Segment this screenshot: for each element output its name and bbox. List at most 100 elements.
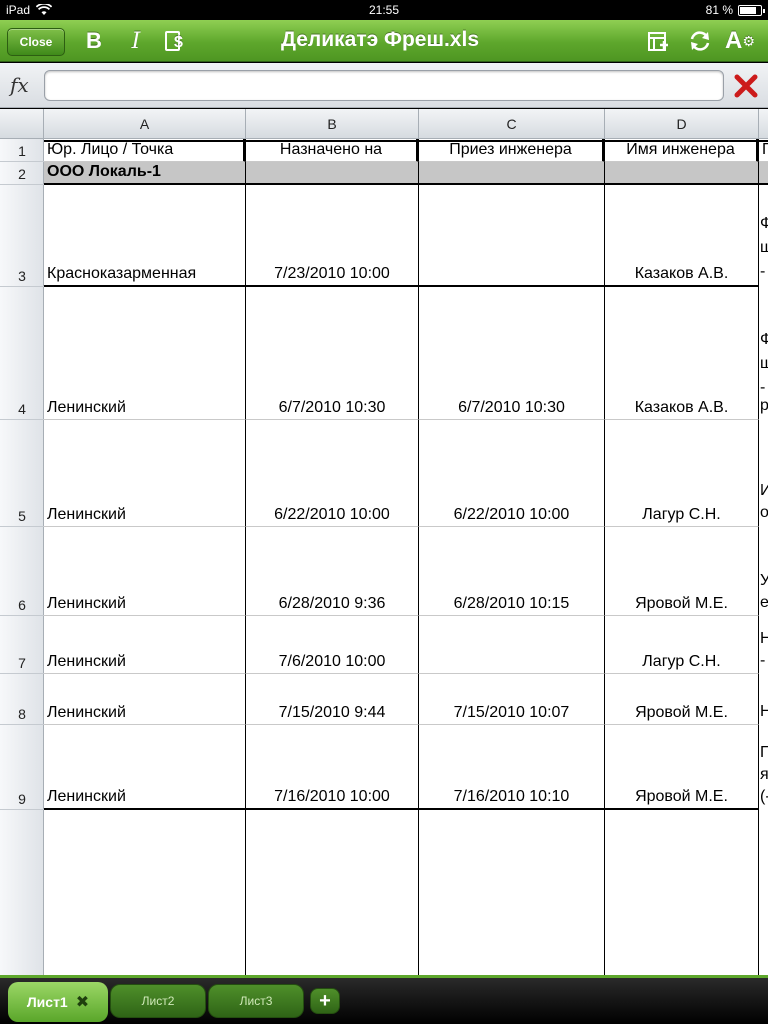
- header-cell-e[interactable]: П: [759, 139, 768, 162]
- cell-e7-line: -: [760, 652, 766, 669]
- cell-a6[interactable]: Ленинский: [44, 527, 246, 616]
- cell-e4-line: Ф: [760, 331, 768, 348]
- battery-fill: [740, 6, 757, 14]
- select-all-corner[interactable]: [0, 109, 44, 139]
- row-header[interactable]: 3: [0, 185, 44, 287]
- battery-icon: [738, 4, 765, 16]
- row-header[interactable]: 6: [0, 527, 44, 616]
- group-cell-empty[interactable]: [246, 162, 419, 185]
- column-header-a[interactable]: A: [44, 109, 246, 139]
- italic-icon[interactable]: I: [126, 26, 146, 56]
- empty-cell[interactable]: [246, 810, 419, 975]
- group-cell-empty[interactable]: [759, 162, 768, 185]
- cell-d6[interactable]: Яровой М.Е.: [605, 527, 759, 616]
- row-header[interactable]: 2: [0, 162, 44, 185]
- status-bar: iPad 21:55 81 %: [0, 0, 768, 20]
- cell-e3-line: Ф: [760, 215, 768, 232]
- cell-e6-line: е: [760, 594, 768, 611]
- group-cell-empty[interactable]: [419, 162, 605, 185]
- refresh-icon[interactable]: [688, 26, 712, 56]
- column-header-c[interactable]: C: [419, 109, 605, 139]
- cell-d8[interactable]: Яровой М.Е.: [605, 674, 759, 725]
- cell-b6[interactable]: 6/28/2010 9:36: [246, 527, 419, 616]
- empty-cell[interactable]: [44, 810, 246, 975]
- cell-d3[interactable]: Казаков А.В.: [605, 185, 759, 287]
- fx-icon: fx: [10, 73, 29, 97]
- cell-e9-line: (-: [760, 788, 768, 805]
- cell-b5[interactable]: 6/22/2010 10:00: [246, 420, 419, 527]
- header-cell-a[interactable]: Юр. Лицо / Точка: [44, 139, 246, 162]
- cell-e8-line: Н: [760, 703, 768, 720]
- cell-c5[interactable]: 6/22/2010 10:00: [419, 420, 605, 527]
- cell-a8[interactable]: Ленинский: [44, 674, 246, 725]
- header-cell-b[interactable]: Назначено на: [246, 139, 419, 162]
- column-header-e[interactable]: [759, 109, 768, 139]
- row-header[interactable]: 4: [0, 287, 44, 420]
- close-sheet-icon[interactable]: ✖: [76, 992, 89, 1012]
- document-title: Деликатэ Фреш.xls: [280, 28, 479, 51]
- close-button[interactable]: Close: [7, 28, 65, 56]
- svg-text:$: $: [174, 34, 183, 51]
- cell-b8[interactable]: 7/15/2010 9:44: [246, 674, 419, 725]
- sheet-tab-bar: Лист1 ✖ Лист2 Лист3 +: [0, 975, 768, 1024]
- group-cell-empty[interactable]: [605, 162, 759, 185]
- cell-c6[interactable]: 6/28/2010 10:15: [419, 527, 605, 616]
- cell-c9[interactable]: 7/16/2010 10:10: [419, 725, 605, 810]
- header-cell-d[interactable]: Имя инженера: [605, 139, 759, 162]
- cell-e4-line: р: [760, 397, 768, 414]
- cell-c7[interactable]: [419, 616, 605, 674]
- toolbar: Close B I $ Деликатэ Фреш.xls A ⚙: [0, 20, 768, 62]
- cell-a5[interactable]: Ленинский: [44, 420, 246, 527]
- format-icon[interactable]: A ⚙: [724, 26, 756, 56]
- column-header-b[interactable]: B: [246, 109, 419, 139]
- cell-d7[interactable]: Лагур С.Н.: [605, 616, 759, 674]
- cell-b3[interactable]: 7/23/2010 10:00: [246, 185, 419, 287]
- cell-e3-line: ш: [760, 239, 768, 256]
- cell-e4-line: ш: [760, 355, 768, 372]
- cell-d9[interactable]: Яровой М.Е.: [605, 725, 759, 810]
- empty-cell[interactable]: [419, 810, 605, 975]
- cell-e3-line: -: [760, 263, 766, 280]
- cell-e9-line: П: [760, 744, 768, 761]
- row-header[interactable]: 1: [0, 139, 44, 162]
- bold-icon[interactable]: B: [82, 26, 106, 56]
- battery-percent: 81 %: [705, 3, 733, 17]
- group-cell[interactable]: ООО Локаль-1: [44, 162, 246, 185]
- sheet-tab-3[interactable]: Лист3: [208, 984, 304, 1018]
- status-time: 21:55: [368, 3, 400, 17]
- sheet-tab-1[interactable]: Лист1 ✖: [8, 982, 108, 1022]
- cell-e9-line: я: [760, 766, 768, 783]
- formula-input[interactable]: [44, 70, 724, 101]
- insert-icon[interactable]: [646, 26, 670, 56]
- row-header[interactable]: 5: [0, 420, 44, 527]
- cell-c8[interactable]: 7/15/2010 10:07: [419, 674, 605, 725]
- cell-a3[interactable]: Красноказарменная: [44, 185, 246, 287]
- row-border: [44, 140, 768, 142]
- cell-e7-line: Н: [760, 630, 768, 647]
- currency-format-icon[interactable]: $: [164, 26, 188, 56]
- cell-e6-line: У: [760, 572, 768, 589]
- cell-a7[interactable]: Ленинский: [44, 616, 246, 674]
- cell-c4[interactable]: 6/7/2010 10:30: [419, 287, 605, 420]
- spreadsheet-grid[interactable]: A B C D 1 2 3 4 5 6 7 8 9 Юр. Лицо / Точ…: [0, 109, 768, 975]
- sheet-tab-label: Лист1: [26, 994, 68, 1010]
- column-header-d[interactable]: D: [605, 109, 759, 139]
- cell-a9[interactable]: Ленинский: [44, 725, 246, 810]
- row-header[interactable]: 7: [0, 616, 44, 674]
- cell-d5[interactable]: Лагур С.Н.: [605, 420, 759, 527]
- empty-cell[interactable]: [605, 810, 759, 975]
- cell-d4[interactable]: Казаков А.В.: [605, 287, 759, 420]
- cell-c3[interactable]: [419, 185, 605, 287]
- cell-a4[interactable]: Ленинский: [44, 287, 246, 420]
- cell-b9[interactable]: 7/16/2010 10:00: [246, 725, 419, 810]
- row-header[interactable]: 8: [0, 674, 44, 725]
- cancel-x-icon[interactable]: [733, 73, 759, 99]
- sheet-tab-2[interactable]: Лист2: [110, 984, 206, 1018]
- header-cell-c[interactable]: Приез инженера: [419, 139, 605, 162]
- row-header[interactable]: 9: [0, 725, 44, 810]
- add-sheet-button[interactable]: +: [310, 988, 340, 1014]
- cell-e5-line: о: [760, 504, 768, 521]
- cell-b4[interactable]: 6/7/2010 10:30: [246, 287, 419, 420]
- cell-e5-line: И: [760, 482, 768, 499]
- cell-b7[interactable]: 7/6/2010 10:00: [246, 616, 419, 674]
